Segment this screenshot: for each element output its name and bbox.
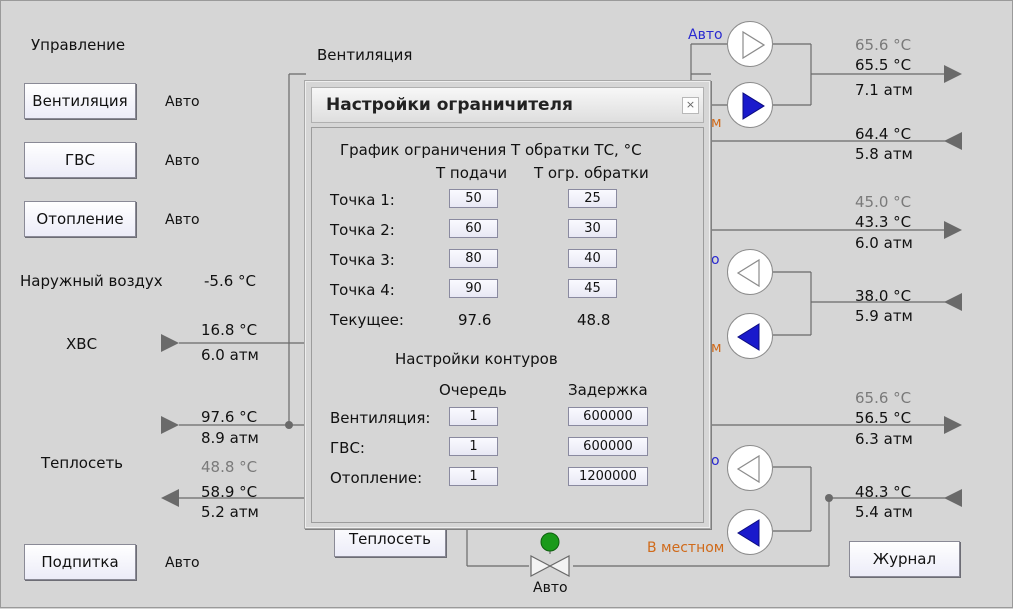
point-1-supply-field[interactable]: 50: [449, 189, 498, 208]
pump-arrow-right-icon: [742, 92, 765, 120]
circuit-dhw-queue-field[interactable]: 1: [449, 437, 498, 456]
pump-arrow-left-icon: [737, 519, 760, 547]
valve-mode: Авто: [533, 580, 568, 596]
point-4-limit-field[interactable]: 45: [568, 279, 617, 298]
col-queue-header: Очередь: [439, 381, 507, 399]
ventilation-label: Вентиляция: [317, 46, 413, 64]
vent-pump-local-label: м: [711, 115, 722, 131]
circuit-dhw-delay-field[interactable]: 600000: [568, 437, 648, 456]
col-limit-header: Т огр. обратки: [534, 164, 649, 182]
outdoor-label: Наружный воздух: [20, 272, 163, 290]
heat-supply-setpoint: 65.6 °C: [855, 389, 912, 407]
heat-pump-local-label: В местном: [647, 540, 725, 556]
vent-supply-temp: 65.5 °C: [855, 56, 912, 74]
scada-screen: Управление Вентиляция Авто ГВС Авто Отоп…: [0, 0, 1013, 608]
point-3-label: Точка 3:: [330, 251, 395, 269]
limit-chart-title: График ограничения Т обратки ТС, °C: [340, 141, 642, 159]
dhw-return-temp: 38.0 °C: [855, 287, 912, 305]
point-3-limit-field[interactable]: 40: [568, 249, 617, 268]
heat-pump-1[interactable]: [727, 445, 773, 491]
dhw-pump-1[interactable]: [727, 249, 773, 295]
makeup-mode: Авто: [165, 555, 200, 571]
pump-arrow-left-icon: [737, 323, 760, 351]
heat-net-supply-temp: 97.6 °C: [201, 408, 258, 426]
dhw-return-pressure: 5.9 атм: [855, 307, 913, 325]
point-1-limit-field[interactable]: 25: [568, 189, 617, 208]
cold-water-temp: 16.8 °C: [201, 321, 258, 339]
makeup-button[interactable]: Подпитка: [24, 544, 136, 580]
dhw-pump-2[interactable]: [727, 313, 773, 359]
heat-return-pressure: 5.4 атм: [855, 503, 913, 521]
pump-arrow-left-icon: [736, 258, 760, 288]
outdoor-temp: -5.6 °C: [204, 272, 257, 290]
circuits-title: Настройки контуров: [395, 350, 558, 368]
vent-return-pressure: 5.8 атм: [855, 145, 913, 163]
point-4-label: Точка 4:: [330, 281, 395, 299]
vent-supply-pressure: 7.1 атм: [855, 81, 913, 99]
circuit-dhw-label: ГВС:: [330, 439, 365, 457]
vent-supply-setpoint: 65.6 °C: [855, 36, 912, 54]
journal-button[interactable]: Журнал: [849, 541, 960, 577]
current-label: Текущее:: [330, 311, 404, 329]
circuit-vent-queue-field[interactable]: 1: [449, 407, 498, 426]
close-icon[interactable]: ×: [682, 97, 699, 114]
heat-supply-pressure: 6.3 атм: [855, 430, 913, 448]
heating-button[interactable]: Отопление: [24, 201, 136, 237]
vent-pump-1[interactable]: [727, 21, 773, 67]
dhw-supply-temp: 43.3 °C: [855, 213, 912, 231]
point-3-supply-field[interactable]: 80: [449, 249, 498, 268]
dhw-supply-setpoint: 45.0 °C: [855, 193, 912, 211]
dhw-pump-local-label: м: [711, 340, 722, 356]
dialog-header: Настройки ограничителя ×: [311, 87, 704, 123]
heat-return-temp: 48.3 °C: [855, 483, 912, 501]
limiter-settings-dialog: Настройки ограничителя × График ограниче…: [304, 80, 711, 529]
ventilation-button[interactable]: Вентиляция: [24, 83, 136, 119]
cold-water-pressure: 6.0 атм: [201, 346, 259, 364]
vent-pump-auto-label: Авто: [688, 27, 723, 43]
heat-pump-2[interactable]: [727, 509, 773, 555]
point-2-limit-field[interactable]: 30: [568, 219, 617, 238]
dialog-title: Настройки ограничителя: [326, 95, 573, 115]
circuit-heat-queue-field[interactable]: 1: [449, 467, 498, 486]
pump-arrow-right-icon: [742, 30, 766, 60]
control-title: Управление: [31, 36, 126, 54]
point-2-label: Точка 2:: [330, 221, 395, 239]
pump-arrow-left-icon: [736, 454, 760, 484]
vent-return-temp: 64.4 °C: [855, 125, 912, 143]
circuit-heat-delay-field[interactable]: 1200000: [568, 467, 648, 486]
dialog-body: График ограничения Т обратки ТС, °C Т по…: [311, 127, 704, 523]
heat-net-return-pressure: 5.2 атм: [201, 503, 259, 521]
heat-supply-temp: 56.5 °C: [855, 409, 912, 427]
point-2-supply-field[interactable]: 60: [449, 219, 498, 238]
vent-pump-2[interactable]: [727, 82, 773, 128]
current-supply-value: 97.6: [458, 311, 492, 329]
dhw-button[interactable]: ГВС: [24, 142, 136, 178]
heat-net-supply-pressure: 8.9 атм: [201, 429, 259, 447]
heat-net-label: Теплосеть: [41, 454, 124, 472]
point-1-label: Точка 1:: [330, 191, 395, 209]
circuit-vent-delay-field[interactable]: 600000: [568, 407, 648, 426]
ventilation-mode: Авто: [165, 94, 200, 110]
dhw-mode: Авто: [165, 153, 200, 169]
col-supply-header: Т подачи: [436, 164, 508, 182]
current-limit-value: 48.8: [577, 311, 611, 329]
circuit-vent-label: Вентиляция:: [330, 409, 431, 427]
heat-net-return-temp: 58.9 °C: [201, 483, 258, 501]
dhw-pump-auto-label: о: [711, 252, 720, 268]
dhw-supply-pressure: 6.0 атм: [855, 234, 913, 252]
cold-water-label: ХВС: [66, 335, 98, 353]
heat-net-return-limit: 48.8 °C: [201, 458, 258, 476]
heating-mode: Авто: [165, 212, 200, 228]
heat-pump-auto-label: о: [711, 453, 720, 469]
col-delay-header: Задержка: [568, 381, 648, 399]
circuit-heat-label: Отопление:: [330, 469, 423, 487]
point-4-supply-field[interactable]: 90: [449, 279, 498, 298]
